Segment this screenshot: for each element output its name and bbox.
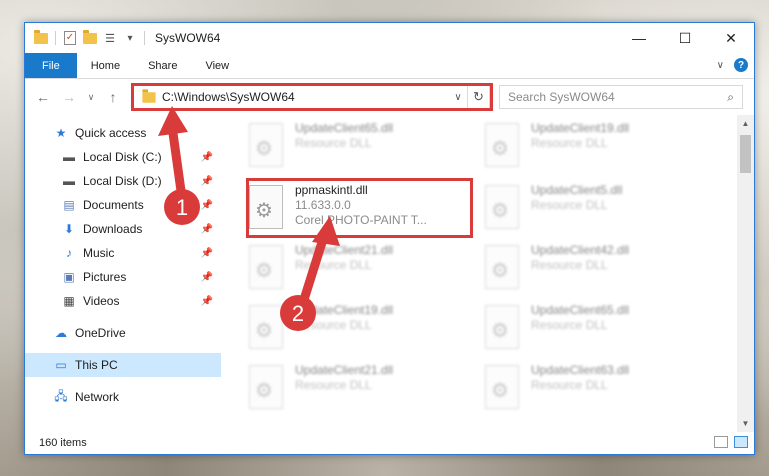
dll-file-icon bbox=[249, 245, 283, 289]
window-controls: — ☐ ✕ bbox=[616, 23, 754, 53]
tab-file[interactable]: File bbox=[25, 53, 77, 78]
item-count: 160 items bbox=[39, 437, 87, 449]
search-box[interactable]: Search SysWOW64 ⌕ bbox=[499, 85, 743, 109]
qat-dropdown-icon[interactable]: ▾ bbox=[122, 30, 138, 46]
minimize-button[interactable]: — bbox=[616, 23, 662, 53]
help-icon[interactable]: ? bbox=[734, 58, 748, 72]
ribbon-tabs: File Home Share View ∨ ? bbox=[25, 53, 754, 79]
cloud-icon: ☁ bbox=[55, 326, 67, 340]
address-row: ← → ∨ ↑ C:\Windows\SysWOW64 ∨ ↻ Search S… bbox=[25, 79, 754, 115]
address-path[interactable]: C:\Windows\SysWOW64 bbox=[162, 90, 449, 104]
dll-file-icon bbox=[249, 123, 283, 167]
nav-item-videos[interactable]: ▦ Videos 📌 bbox=[25, 289, 221, 313]
scroll-down-icon[interactable]: ▼ bbox=[737, 415, 754, 432]
back-arrow-icon[interactable]: ← bbox=[33, 89, 53, 105]
refresh-icon[interactable]: ↻ bbox=[467, 86, 489, 108]
dll-file-icon bbox=[485, 123, 519, 167]
file-item[interactable]: UpdateClient65.dll Resource DLL bbox=[485, 301, 715, 361]
nav-item-music[interactable]: ♪ Music 📌 bbox=[25, 241, 221, 265]
navigation-pane: ★ Quick access ▬ Local Disk (C:) 📌 ▬ Loc… bbox=[25, 115, 221, 432]
dll-file-icon bbox=[249, 185, 283, 229]
file-item[interactable]: UpdateClient65.dll Resource DLL bbox=[249, 119, 479, 179]
nav-item-downloads[interactable]: ⬇ Downloads 📌 bbox=[25, 217, 221, 241]
dll-file-icon bbox=[485, 365, 519, 409]
scroll-up-icon[interactable]: ▲ bbox=[737, 115, 754, 132]
document-icon: ▤ bbox=[63, 198, 75, 212]
address-bar[interactable]: C:\Windows\SysWOW64 ∨ ↻ bbox=[133, 85, 490, 109]
file-item[interactable]: UpdateClient42.dll Resource DLL bbox=[485, 241, 715, 301]
dll-file-icon bbox=[485, 185, 519, 229]
nav-item-quick-access[interactable]: ★ Quick access bbox=[25, 121, 221, 145]
search-icon[interactable]: ⌕ bbox=[727, 90, 734, 105]
file-item[interactable]: UpdateClient21.dll Resource DLL bbox=[249, 361, 479, 421]
quick-access-toolbar: ✓ ☰ ▾ bbox=[25, 29, 147, 46]
nav-item-local-disk-d[interactable]: ▬ Local Disk (D:) 📌 bbox=[25, 169, 221, 193]
nav-item-documents[interactable]: ▤ Documents 📌 bbox=[25, 193, 221, 217]
pin-icon: 📌 bbox=[200, 151, 213, 163]
file-item[interactable]: UpdateClient63.dll Resource DLL bbox=[485, 361, 715, 421]
maximize-button[interactable]: ☐ bbox=[662, 23, 708, 53]
expand-ribbon-icon[interactable]: ∨ bbox=[717, 60, 724, 71]
pin-icon: 📌 bbox=[200, 271, 213, 283]
nav-item-this-pc[interactable]: ▭ This PC bbox=[25, 353, 221, 377]
file-item[interactable]: UpdateClient19.dll Resource DLL bbox=[249, 301, 479, 361]
pin-icon: 📌 bbox=[200, 295, 213, 307]
scroll-thumb[interactable] bbox=[740, 135, 751, 173]
address-dropdown-icon[interactable]: ∨ bbox=[449, 92, 467, 103]
up-arrow-icon[interactable]: ↑ bbox=[103, 89, 123, 105]
picture-icon: ▣ bbox=[63, 270, 75, 284]
recent-locations-icon[interactable]: ∨ bbox=[81, 92, 101, 103]
file-item[interactable]: UpdateClient5.dll Resource DLL bbox=[485, 181, 715, 241]
details-view-icon[interactable] bbox=[714, 436, 728, 448]
tab-home[interactable]: Home bbox=[77, 53, 134, 78]
drive-icon: ▬ bbox=[63, 174, 75, 188]
dll-file-icon bbox=[249, 365, 283, 409]
title-bar: ✓ ☰ ▾ SysWOW64 — ☐ ✕ bbox=[25, 23, 754, 53]
pin-icon: 📌 bbox=[200, 223, 213, 235]
pin-icon: 📌 bbox=[200, 199, 213, 211]
dll-file-icon bbox=[249, 305, 283, 349]
vertical-scrollbar[interactable]: ▲ ▼ bbox=[737, 115, 754, 432]
computer-icon: ▭ bbox=[55, 358, 67, 372]
search-placeholder: Search SysWOW64 bbox=[508, 90, 615, 104]
tab-share[interactable]: Share bbox=[134, 53, 191, 78]
pin-icon: 📌 bbox=[200, 247, 213, 259]
file-item[interactable]: UpdateClient21.dll Resource DLL bbox=[249, 241, 479, 301]
properties-icon[interactable]: ✓ bbox=[62, 30, 78, 46]
new-folder-icon[interactable] bbox=[82, 29, 98, 46]
nav-item-pictures[interactable]: ▣ Pictures 📌 bbox=[25, 265, 221, 289]
nav-item-onedrive[interactable]: ☁ OneDrive bbox=[25, 321, 221, 345]
close-button[interactable]: ✕ bbox=[708, 23, 754, 53]
folder-icon bbox=[142, 88, 156, 103]
dll-file-icon bbox=[485, 245, 519, 289]
tab-view[interactable]: View bbox=[191, 53, 243, 78]
pin-icon: 📌 bbox=[200, 175, 213, 187]
status-bar: 160 items bbox=[25, 432, 754, 454]
main-area: ★ Quick access ▬ Local Disk (C:) 📌 ▬ Loc… bbox=[25, 115, 754, 432]
explorer-window: ✓ ☰ ▾ SysWOW64 — ☐ ✕ File Home Share Vie… bbox=[24, 22, 755, 455]
drive-icon: ▬ bbox=[63, 150, 75, 164]
window-title: SysWOW64 bbox=[155, 31, 221, 45]
music-icon: ♪ bbox=[66, 246, 72, 260]
network-icon: 🖧 bbox=[54, 388, 68, 403]
file-item-ppmaskintl[interactable]: ppmaskintl.dll 11.633.0.0 Corel PHOTO-PA… bbox=[249, 181, 479, 241]
video-icon: ▦ bbox=[63, 294, 75, 308]
nav-item-network[interactable]: 🖧 Network bbox=[25, 385, 221, 409]
file-list: UpdateClient65.dll Resource DLL ppmaskin… bbox=[221, 115, 754, 432]
download-icon: ⬇ bbox=[63, 222, 75, 236]
nav-item-local-disk-c[interactable]: ▬ Local Disk (C:) 📌 bbox=[25, 145, 221, 169]
folder-icon bbox=[33, 29, 49, 46]
dll-file-icon bbox=[485, 305, 519, 349]
tiles-view-icon[interactable] bbox=[734, 436, 748, 448]
forward-arrow-icon[interactable]: → bbox=[59, 89, 79, 105]
star-icon: ★ bbox=[55, 126, 67, 140]
qat-menu-icon[interactable]: ☰ bbox=[102, 30, 118, 46]
file-item[interactable]: UpdateClient19.dll Resource DLL bbox=[485, 119, 715, 179]
